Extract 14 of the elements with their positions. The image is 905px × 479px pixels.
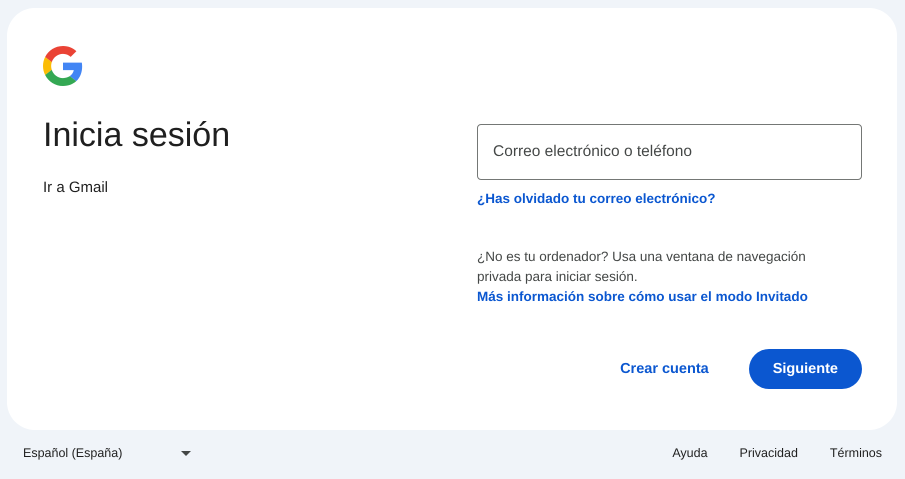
- next-button[interactable]: Siguiente: [748, 349, 862, 389]
- caret-icon: [181, 450, 191, 456]
- g-logo-icon: [43, 46, 83, 86]
- footer-link[interactable]: Ayuda: [672, 446, 708, 460]
- create-account-button[interactable]: Crear cuenta: [620, 351, 709, 387]
- language-selector[interactable]: Español (España): [23, 446, 191, 460]
- guest-mode-link[interactable]: Más información sobre cómo usar el modo Invitado: [477, 289, 808, 304]
- forgot-email-link[interactable]: ¿Has olvidado tu correo electrónico?: [477, 191, 716, 206]
- email-field[interactable]: Correo electrónico o teléfono: [477, 124, 862, 180]
- gmail-link[interactable]: Ir a Gmail: [43, 179, 108, 196]
- footer-link[interactable]: Términos: [830, 446, 882, 460]
- guest-notice: ¿No es tu ordenador? Usa una ventana de navegación privada para iniciar sesión. Más información sobre cómo usar el modo Invitado: [477, 248, 809, 306]
- footer-link[interactable]: Privacidad: [740, 446, 798, 460]
- page-heading: Inicia sesión: [43, 116, 232, 155]
